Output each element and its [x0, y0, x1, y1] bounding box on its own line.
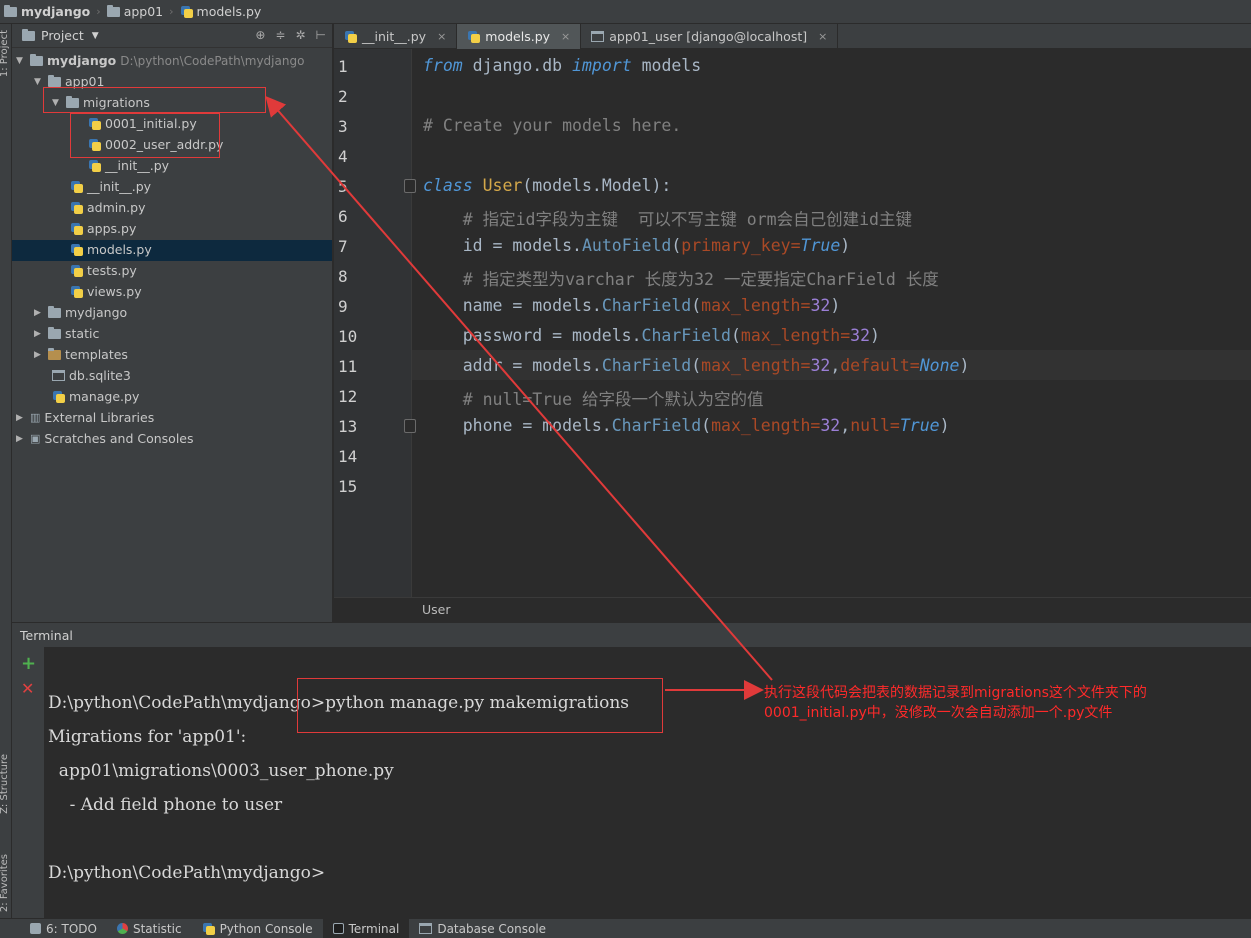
annotation-note: 执行这段代码会把表的数据记录到migrations这个文件夹下的 0001_in… — [764, 683, 1224, 723]
annotation-line: 0001_initial.py中，没修改一次会自动添加一个.py文件 — [764, 705, 1113, 721]
annotation-line: 执行这段代码会把表的数据记录到migrations这个文件夹下的 — [764, 685, 1147, 701]
annotation-arrow-up — [265, 95, 773, 681]
annotation-arrows — [265, 95, 773, 700]
ide-window: mydjango › app01 › models.py 1: Project … — [0, 0, 1251, 938]
